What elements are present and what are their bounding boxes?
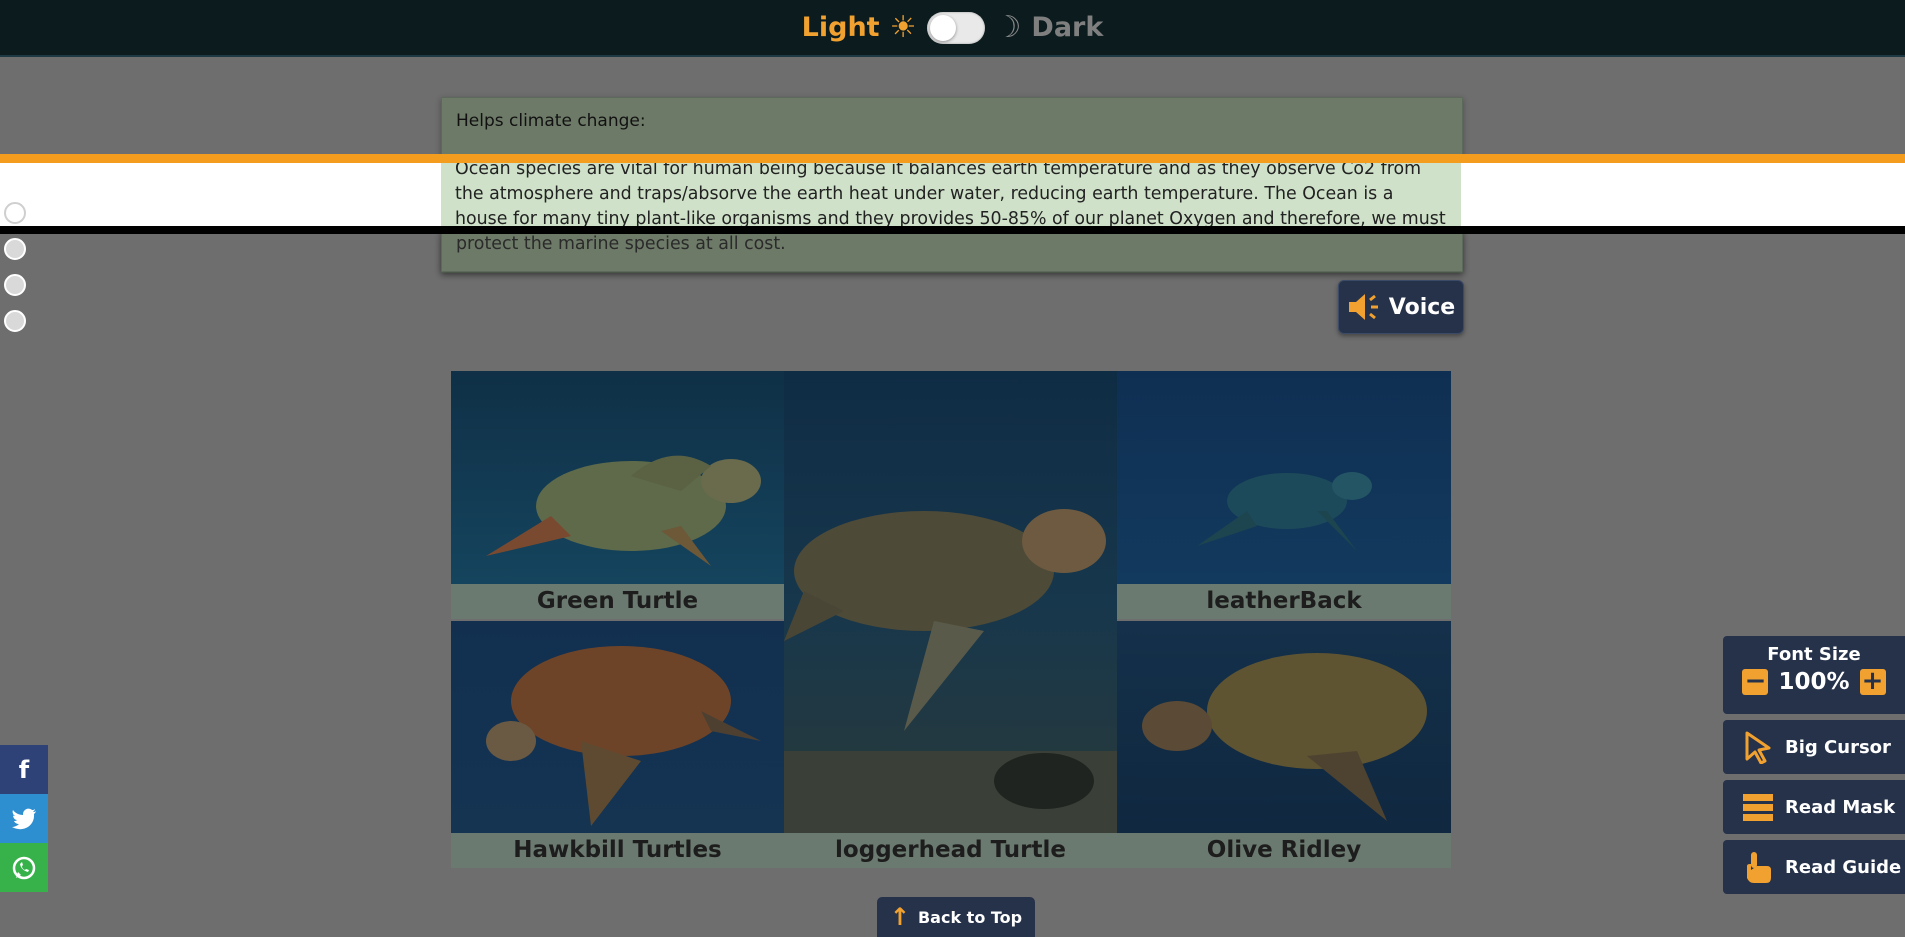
arrow-up-icon: ↑: [889, 903, 910, 931]
dot-4[interactable]: [4, 310, 26, 332]
turtle-image: [486, 646, 761, 826]
voice-label: Voice: [1388, 294, 1456, 320]
twitter-button[interactable]: [0, 794, 48, 843]
dot-1[interactable]: [4, 202, 26, 224]
whatsapp-button[interactable]: [0, 843, 48, 892]
light-label: Light: [801, 12, 880, 43]
big-cursor-button[interactable]: Big Cursor: [1723, 720, 1905, 774]
tile-leatherback[interactable]: leatherBack: [1117, 371, 1451, 621]
social-share-bar: f: [0, 745, 48, 892]
toggle-knob: [929, 14, 956, 41]
tile-label: Olive Ridley: [1117, 833, 1451, 868]
turtle-gallery: Green Turtle loggerhead Turtle leatherBa…: [451, 371, 1451, 869]
speaker-icon: [1348, 294, 1378, 320]
dark-label: Dark: [1031, 12, 1104, 43]
font-size-control: Font Size − 100% +: [1723, 636, 1905, 714]
read-mask-label: Read Mask: [1785, 796, 1896, 818]
dot-2[interactable]: [4, 238, 26, 260]
info-card-lower: Ocean species are vital for human being …: [441, 234, 1463, 272]
card-heading: Helps climate change:: [456, 111, 646, 131]
pointing-hand-icon: [1747, 852, 1771, 883]
facebook-icon: f: [18, 755, 30, 784]
tile-hawkbill-turtles[interactable]: Hawkbill Turtles: [451, 621, 784, 869]
tile-label: Hawkbill Turtles: [451, 833, 784, 868]
font-size-title: Font Size: [1767, 644, 1861, 665]
info-card-highlight: Ocean species are vital for human being …: [441, 154, 1461, 234]
tile-label: Green Turtle: [451, 584, 784, 619]
back-to-top-label: Back to Top: [917, 907, 1023, 927]
big-cursor-label: Big Cursor: [1785, 736, 1891, 758]
twitter-icon: [12, 808, 36, 829]
theme-toggle-bar: Light ☀ ☽ Dark: [0, 0, 1905, 57]
read-guide-label: Read Guide: [1785, 856, 1902, 878]
read-guide-button[interactable]: Read Guide: [1723, 840, 1905, 894]
tile-olive-ridley[interactable]: Olive Ridley: [1117, 621, 1451, 869]
sun-icon: ☀: [889, 9, 917, 45]
tile-label: leatherBack: [1117, 584, 1451, 619]
moon-icon: ☽: [994, 9, 1022, 45]
card-body-text: Ocean species are vital for human being …: [455, 159, 1446, 229]
tile-loggerhead-turtle[interactable]: loggerhead Turtle: [784, 371, 1117, 869]
turtle-image: [1142, 653, 1427, 821]
font-size-row: − 100% +: [1723, 668, 1905, 695]
read-mask-button[interactable]: Read Mask: [1723, 780, 1905, 834]
font-increase-button[interactable]: +: [1859, 668, 1886, 695]
whatsapp-icon: [12, 856, 36, 879]
font-decrease-button[interactable]: −: [1742, 668, 1769, 695]
accessibility-panel: Font Size − 100% + Big Cursor Read Mask …: [1723, 636, 1905, 900]
tile-green-turtle[interactable]: Green Turtle: [451, 371, 784, 621]
facebook-button[interactable]: f: [0, 745, 48, 794]
theme-toggle-switch[interactable]: [926, 11, 985, 44]
card-body-dim: Ocean species are vital for human being …: [456, 234, 786, 254]
font-size-value: 100%: [1778, 669, 1850, 695]
reef-image: [784, 751, 1117, 833]
tile-label: loggerhead Turtle: [784, 833, 1117, 868]
cursor-icon: [1745, 731, 1771, 764]
turtle-image: [486, 455, 761, 566]
slide-dots: [4, 202, 26, 346]
voice-button[interactable]: Voice: [1338, 280, 1464, 334]
turtle-image: [1197, 472, 1372, 551]
turtle-image: [784, 509, 1106, 731]
dot-3[interactable]: [4, 274, 26, 296]
back-to-top-button[interactable]: ↑ Back to Top: [877, 897, 1035, 937]
read-mask-icon: [1743, 794, 1773, 821]
